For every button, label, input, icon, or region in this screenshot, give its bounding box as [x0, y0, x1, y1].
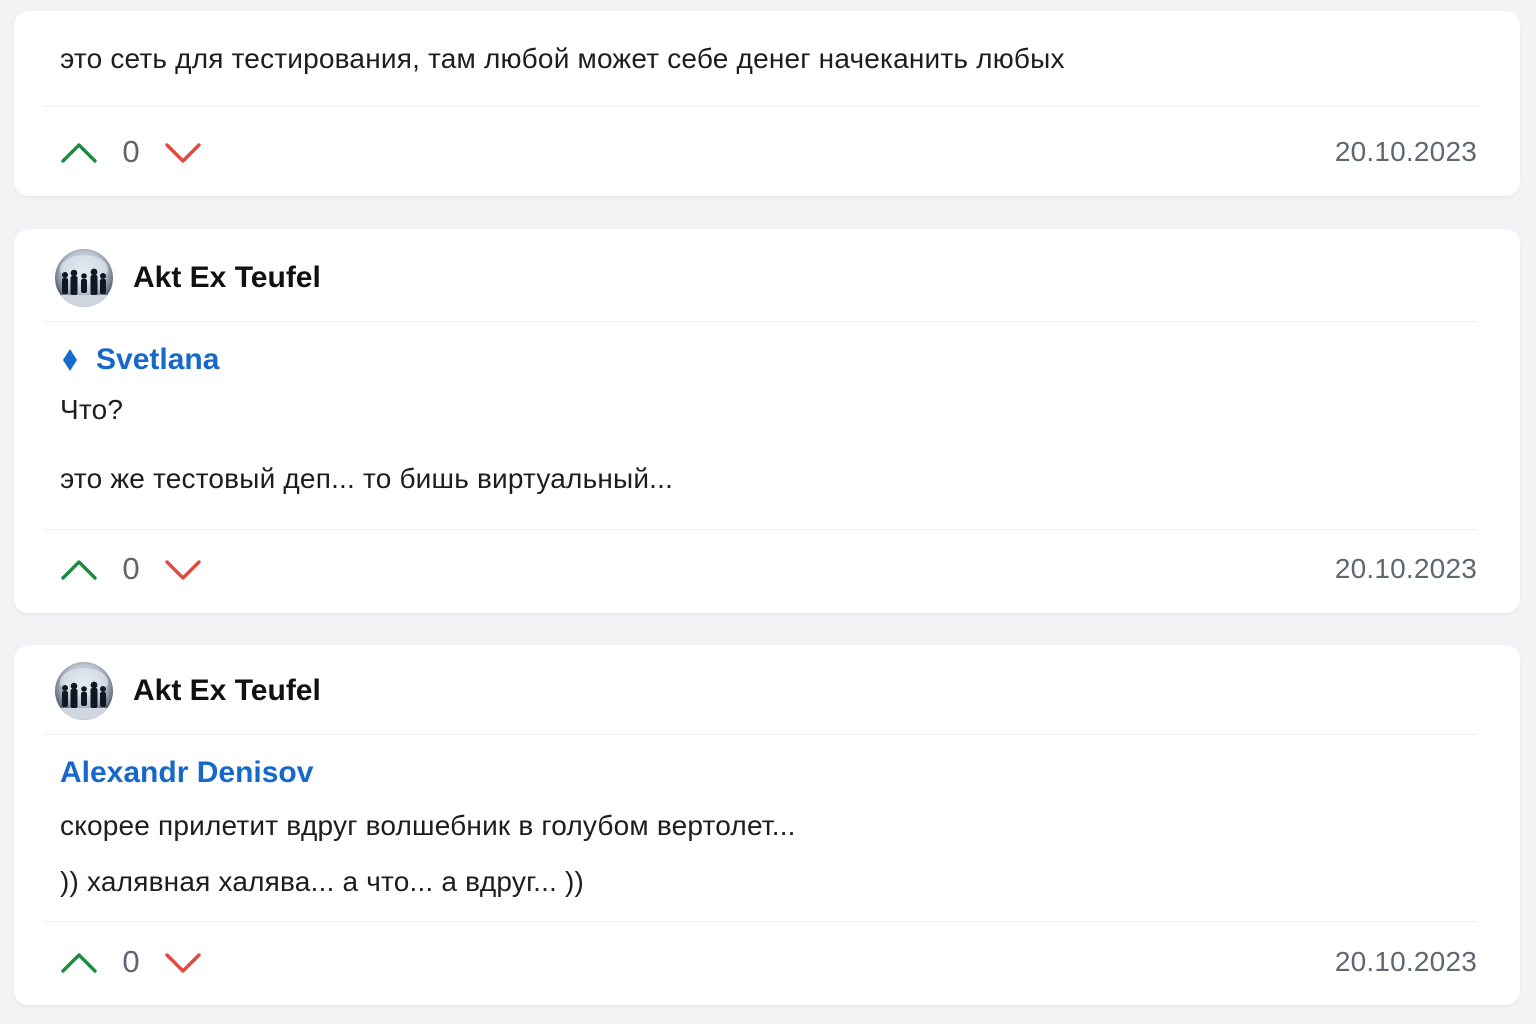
divider: [44, 106, 1478, 107]
vote-count: 0: [122, 551, 140, 586]
divider: [44, 529, 1478, 530]
diamond-icon: [63, 349, 77, 371]
comment-text-line: это сеть для тестирования, там любой мож…: [60, 43, 1065, 74]
reply-target-link[interactable]: Alexandr Denisov: [60, 756, 313, 790]
vote-row: 0 20.10.2023: [60, 549, 1477, 589]
avatar[interactable]: [55, 662, 113, 720]
chevron-down-icon: [164, 549, 202, 589]
comment-date: 20.10.2023: [1334, 946, 1477, 977]
downvote-button[interactable]: [164, 942, 202, 982]
comment-date: 20.10.2023: [1334, 136, 1477, 167]
divider: [44, 734, 1478, 735]
chevron-down-icon: [164, 942, 202, 982]
chevron-up-icon: [60, 132, 98, 172]
avatar[interactable]: [55, 249, 113, 307]
upvote-button[interactable]: [60, 549, 98, 589]
divider: [44, 921, 1478, 922]
comment-text-line: это же тестовый деп... то бишь виртуальн…: [60, 463, 674, 494]
author-row[interactable]: Akt Ex Teufel: [55, 662, 321, 720]
author-name[interactable]: Akt Ex Teufel: [133, 674, 321, 708]
author-row[interactable]: Akt Ex Teufel: [55, 249, 321, 307]
reply-target-link[interactable]: Svetlana: [60, 343, 219, 377]
upvote-button[interactable]: [60, 942, 98, 982]
comment-text-line: Что?: [60, 394, 124, 425]
chevron-up-icon: [60, 942, 98, 982]
comment-card: Akt Ex Teufel Alexandr Denisov скорее пр…: [14, 645, 1520, 1005]
comment-date: 20.10.2023: [1334, 553, 1477, 584]
vote-count: 0: [122, 944, 140, 979]
avatar-image: [55, 662, 113, 720]
chevron-up-icon: [60, 549, 98, 589]
downvote-button[interactable]: [164, 132, 202, 172]
chevron-down-icon: [164, 132, 202, 172]
vote-row: 0 20.10.2023: [60, 942, 1477, 982]
vote-count: 0: [122, 134, 140, 169]
comment-text-line: )) халявная халява... а что... а вдруг..…: [60, 866, 585, 897]
reply-target-name[interactable]: Svetlana: [96, 343, 219, 377]
comment-card: Akt Ex Teufel Svetlana Что? это же тесто…: [14, 229, 1520, 613]
comment-card: это сеть для тестирования, там любой мож…: [14, 11, 1520, 196]
divider: [44, 321, 1478, 322]
avatar-image: [55, 249, 113, 307]
reply-target-name[interactable]: Alexandr Denisov: [60, 756, 313, 790]
comment-text-line: скорее прилетит вдруг волшебник в голубо…: [60, 810, 796, 841]
vote-row: 0 20.10.2023: [60, 132, 1477, 172]
upvote-button[interactable]: [60, 132, 98, 172]
downvote-button[interactable]: [164, 549, 202, 589]
author-name[interactable]: Akt Ex Teufel: [133, 261, 321, 295]
